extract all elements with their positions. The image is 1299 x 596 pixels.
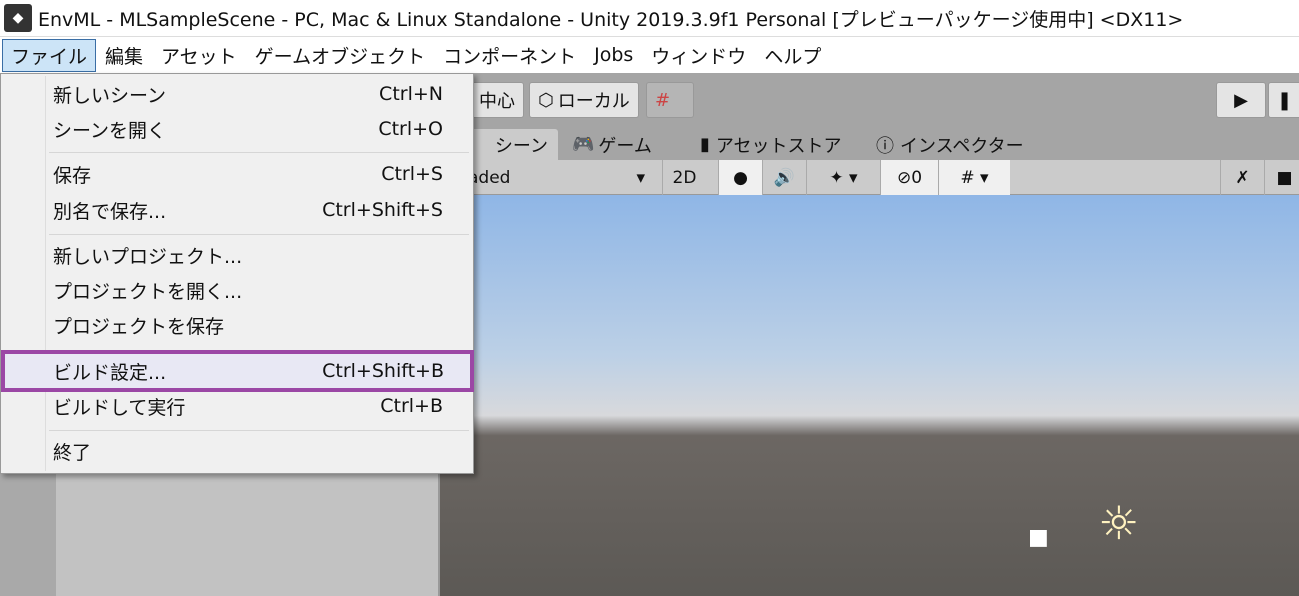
- item-label: 新しいシーン: [53, 84, 167, 107]
- tools-icon: ✗: [1235, 167, 1250, 188]
- menu-separator: [49, 152, 469, 153]
- menu-item-save-project[interactable]: プロジェクトを保存: [3, 308, 471, 342]
- 2d-label: 2D: [672, 167, 697, 188]
- window-title: EnvML - MLSampleScene - PC, Mac & Linux …: [38, 8, 1184, 31]
- camera-gizmo-icon[interactable]: ■: [1028, 525, 1049, 550]
- tab-asset-store-label: アセットストア: [715, 135, 842, 157]
- tab-inspector-label: インスペクター: [900, 135, 1024, 157]
- lighting-toggle[interactable]: ●: [718, 160, 762, 195]
- effects-dropdown[interactable]: ✦ ▾: [806, 160, 880, 195]
- light-gizmo-icon[interactable]: ☼: [1098, 500, 1139, 546]
- item-label: シーンを開く: [53, 119, 167, 142]
- eye-slash-icon: ⊘: [896, 167, 912, 188]
- draw-mode-label: aded: [468, 167, 511, 188]
- menu-item-new-project[interactable]: 新しいプロジェクト...: [3, 238, 471, 272]
- menu-item-open-project[interactable]: プロジェクトを開く...: [3, 273, 471, 307]
- menu-component[interactable]: コンポーネント: [434, 39, 585, 72]
- tab-inspector[interactable]: ⓘ インスペクター: [866, 129, 1034, 160]
- menu-gameobject[interactable]: ゲームオブジェクト: [246, 39, 434, 72]
- menu-item-build-settings[interactable]: ビルド設定... Ctrl+Shift+B: [1, 350, 474, 392]
- menu-assets[interactable]: アセット: [152, 39, 246, 72]
- menu-edit[interactable]: 編集: [96, 39, 152, 72]
- title-bar: ◆ EnvML - MLSampleScene - PC, Mac & Linu…: [0, 0, 1299, 37]
- item-label: 終了: [53, 441, 92, 464]
- chevron-down-icon: ▾: [636, 167, 645, 188]
- menu-separator: [49, 234, 469, 235]
- tab-scene-label: シーン: [494, 135, 548, 157]
- file-menu: 新しいシーン Ctrl+N シーンを開く Ctrl+O 保存 Ctrl+S 別名で保存…: [0, 73, 474, 474]
- menu-bar: ファイル 編集 アセット ゲームオブジェクト コンポーネント Jobs ウィンド…: [0, 37, 1299, 73]
- menu-help[interactable]: ヘルプ: [755, 39, 830, 72]
- item-shortcut: Ctrl+Shift+B: [322, 360, 444, 382]
- menu-separator: [49, 430, 469, 431]
- pivot-label: 中心: [479, 91, 515, 112]
- space-label: ローカル: [557, 91, 630, 112]
- pause-icon: ❚: [1277, 89, 1293, 111]
- item-shortcut: Ctrl+B: [380, 395, 443, 417]
- item-shortcut: Ctrl+O: [378, 118, 443, 140]
- camera-icon: ■: [1276, 167, 1293, 188]
- space-button[interactable]: ⬡ ローカル: [529, 82, 639, 118]
- grid-snap-icon: #: [655, 89, 671, 111]
- unity-logo-icon: ◆: [4, 4, 32, 32]
- 2d-toggle[interactable]: 2D: [662, 160, 706, 195]
- menu-item-save-as[interactable]: 別名で保存... Ctrl+Shift+S: [3, 193, 471, 227]
- menu-item-open-scene[interactable]: シーンを開く Ctrl+O: [3, 112, 471, 146]
- item-label: 別名で保存...: [53, 200, 167, 223]
- scene-view[interactable]: [440, 195, 1299, 596]
- scene-toolbar: aded ▾ 2D ● 🔊 ✦ ▾ ⊘ 0 # ▾ ✗ ■: [440, 160, 1299, 195]
- menu-window[interactable]: ウィンドウ: [642, 39, 755, 72]
- main-toolbar: 中心 ⬡ ローカル # ▶ ❚: [430, 73, 1299, 127]
- item-label: プロジェクトを開く...: [53, 280, 243, 303]
- hidden-count: 0: [911, 167, 923, 188]
- camera-button[interactable]: ■: [1264, 160, 1299, 195]
- menu-file[interactable]: ファイル: [2, 38, 97, 72]
- tab-asset-store[interactable]: ▮ アセットストア: [690, 129, 852, 160]
- menu-item-build-and-run[interactable]: ビルドして実行 Ctrl+B: [3, 389, 471, 423]
- local-cube-icon: ⬡: [538, 89, 554, 111]
- gamepad-icon: 🎮: [572, 134, 595, 155]
- item-label: ビルド設定...: [53, 361, 167, 384]
- item-label: 保存: [53, 164, 92, 187]
- tab-game-label: ゲーム: [598, 135, 652, 157]
- menu-jobs[interactable]: Jobs: [585, 41, 642, 69]
- info-icon: ⓘ: [876, 135, 894, 157]
- item-label: プロジェクトを保存: [53, 315, 225, 338]
- tab-bar: シーン 🎮 ゲーム ▮ アセットストア ⓘ インスペクター: [440, 127, 1299, 160]
- menu-item-save[interactable]: 保存 Ctrl+S: [3, 157, 471, 191]
- item-shortcut: Ctrl+Shift+S: [322, 199, 443, 221]
- play-button[interactable]: ▶: [1216, 82, 1266, 118]
- pause-button[interactable]: ❚: [1268, 82, 1299, 118]
- grid-icon: # ▾: [960, 167, 989, 188]
- effects-icon: ✦ ▾: [829, 167, 858, 188]
- menu-item-new-scene[interactable]: 新しいシーン Ctrl+N: [3, 77, 471, 111]
- hidden-objects-toggle[interactable]: ⊘ 0: [880, 160, 938, 195]
- grid-dropdown[interactable]: # ▾: [938, 160, 1010, 195]
- bag-icon: ▮: [700, 134, 710, 155]
- menu-item-quit[interactable]: 終了: [3, 434, 471, 468]
- play-icon: ▶: [1234, 89, 1248, 111]
- tools-button[interactable]: ✗: [1220, 160, 1264, 195]
- snap-button[interactable]: #: [646, 82, 694, 118]
- tab-game[interactable]: 🎮 ゲーム: [562, 129, 662, 160]
- audio-toggle[interactable]: 🔊: [762, 160, 806, 195]
- lightbulb-icon: ●: [733, 167, 748, 188]
- item-shortcut: Ctrl+S: [381, 163, 443, 185]
- item-label: 新しいプロジェクト...: [53, 245, 243, 268]
- item-shortcut: Ctrl+N: [379, 83, 443, 105]
- speaker-icon: 🔊: [773, 167, 796, 188]
- item-label: ビルドして実行: [53, 396, 186, 419]
